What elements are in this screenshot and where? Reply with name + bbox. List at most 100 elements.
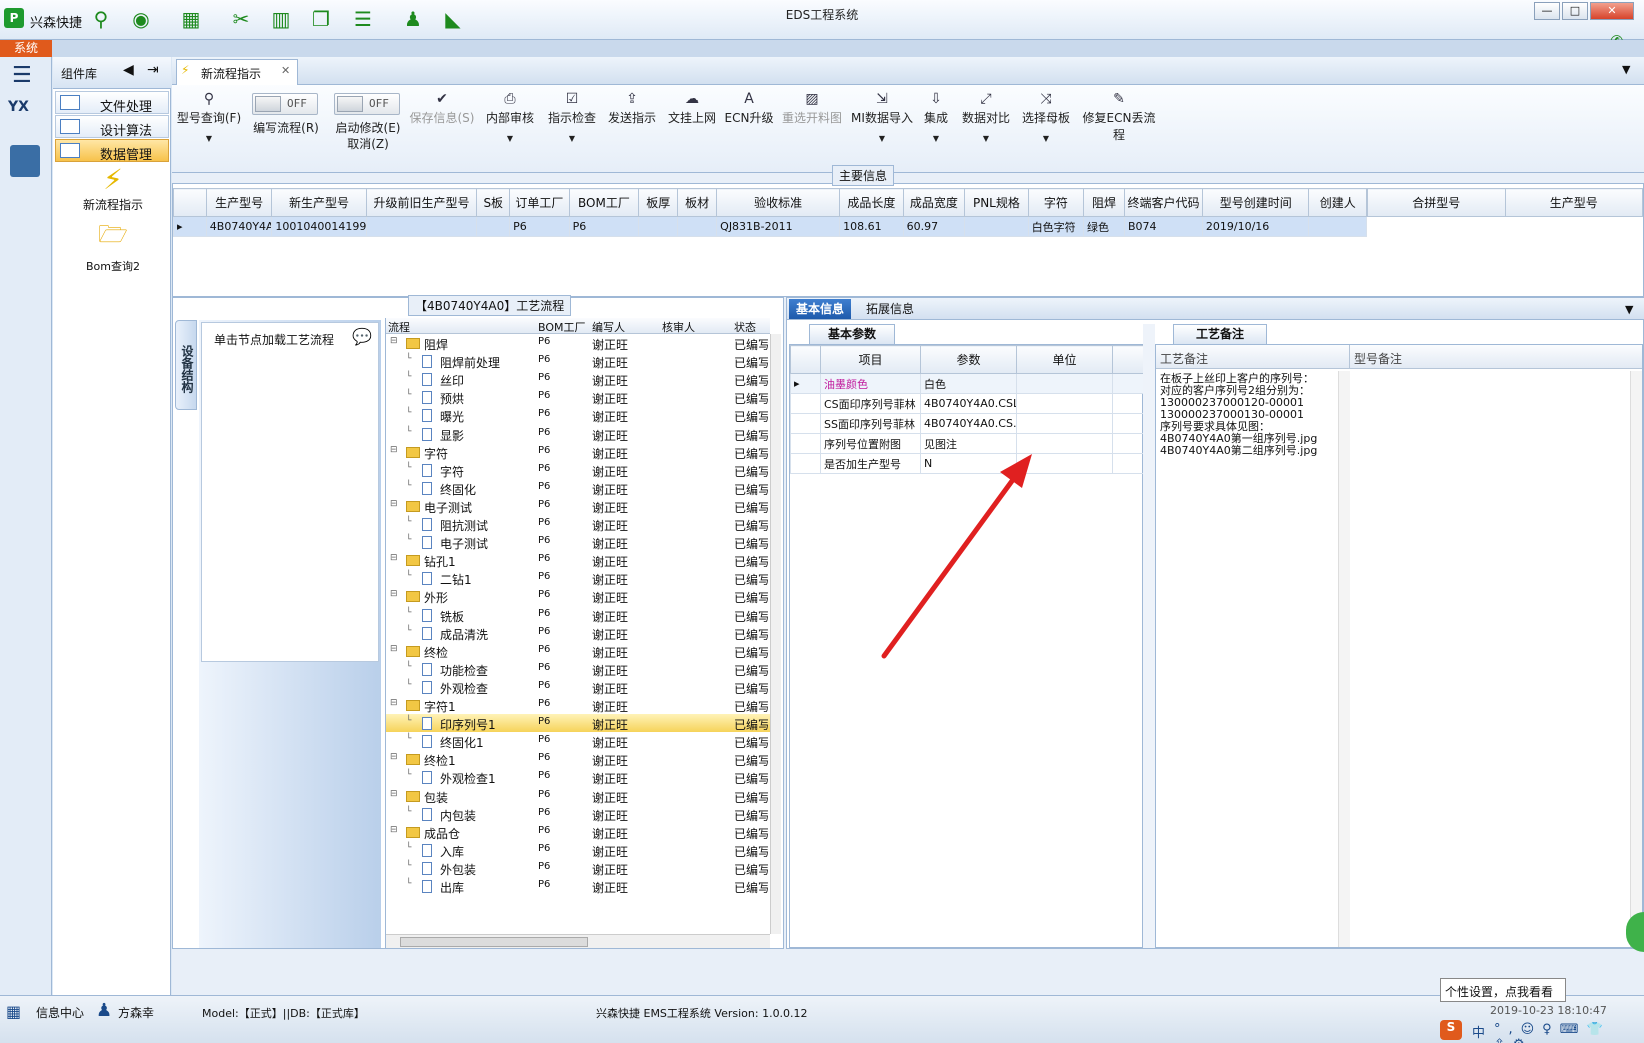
tree-node[interactable]: ⊟ 字符1 P6 谢正旺 已编写 [386, 696, 770, 714]
column-header[interactable]: 流程 [388, 319, 410, 335]
close-tab-icon[interactable]: ✕ [281, 64, 290, 77]
tree-node[interactable]: └ 功能检查 P6 谢正旺 已编写 [386, 660, 770, 678]
param-value[interactable]: 4B0740Y4A0.CSLSH [920, 393, 1017, 414]
table-row[interactable]: 是否加生产型号 N [790, 453, 1145, 474]
doc-upload-button[interactable]: ☁ 文挂上网 [664, 91, 720, 126]
column-header[interactable]: 合拼型号 [1367, 188, 1506, 217]
select-master-button[interactable]: ⤨ 选择母板 ▼ [1018, 91, 1074, 143]
tree-node[interactable]: ⊟ 字符 P6 谢正旺 已编写 [386, 443, 770, 461]
tree-node[interactable]: └ 字符 P6 谢正旺 已编写 [386, 461, 770, 479]
param-value[interactable]: N [920, 453, 1017, 474]
table-row[interactable]: ▸4B0740Y4A010010400141993 P6P6 QJ831B-2011… [173, 216, 1367, 237]
table-cell[interactable]: B074 [1124, 216, 1203, 237]
edit-flow-toggle[interactable]: OFF [252, 93, 318, 115]
fix-ecn-button[interactable]: ✎ 修复ECN丢流程 [1078, 91, 1160, 143]
tree-node[interactable]: ⊟ 外形 P6 谢正旺 已编写 [386, 587, 770, 605]
tree-node[interactable]: └ 外包装 P6 谢正旺 已编写 [386, 859, 770, 877]
notes-scrollbar[interactable] [1338, 371, 1350, 947]
tree-node[interactable]: ⊟ 终检 P6 谢正旺 已编写 [386, 642, 770, 660]
hamburger-icon[interactable]: ☰ [12, 63, 32, 88]
param-unit[interactable] [1016, 393, 1113, 414]
cancel-button[interactable]: 取消(Z) [326, 135, 410, 152]
collapse-icon[interactable]: ⊟ [390, 336, 398, 346]
param-item[interactable]: 是否加生产型号 [820, 453, 921, 474]
tree-node[interactable]: └ 阻抗测试 P6 谢正旺 已编写 [386, 515, 770, 533]
table-cell[interactable] [677, 216, 718, 237]
tree-node[interactable]: ⊟ 阻焊 P6 谢正旺 已编写 [386, 334, 770, 352]
column-header[interactable]: 编写人 [592, 319, 625, 335]
horizontal-scrollbar[interactable] [386, 934, 770, 948]
table-cell[interactable] [365, 216, 478, 237]
nav-item-data[interactable]: 数据管理 [55, 139, 169, 163]
type-query-button[interactable]: ⚲ 型号查询(F) ▼ [174, 91, 244, 143]
tree-node[interactable]: └ 成品清洗 P6 谢正旺 已编写 [386, 624, 770, 642]
column-header[interactable]: 板厚 [638, 188, 679, 217]
reselect-cut-button[interactable]: ▨ 重选开料图 [780, 91, 844, 126]
personalize-tooltip[interactable]: 个性设置，点我看看 [1440, 978, 1566, 1002]
column-header[interactable]: 生产型号 [205, 188, 273, 217]
column-header[interactable]: 型号创建时间 [1201, 188, 1310, 217]
param-unit[interactable] [1016, 413, 1113, 434]
scroll-thumb[interactable] [400, 937, 588, 947]
column-header[interactable]: 板材 [677, 188, 718, 217]
table-cell[interactable]: P6 [509, 216, 570, 237]
param-item[interactable]: 序列号位置附图 [820, 433, 921, 454]
column-header[interactable]: 工艺备注 [1156, 345, 1350, 369]
tree-node[interactable]: └ 外观检查 P6 谢正旺 已编写 [386, 678, 770, 696]
tab-process-notes[interactable]: 工艺备注 [1173, 324, 1267, 344]
tab-basic-params[interactable]: 基本参数 [809, 324, 895, 344]
table-cell[interactable]: QJ831B-2011 [716, 216, 841, 237]
tab-new-flow[interactable]: ⚡ 新流程指示 ✕ [176, 59, 298, 85]
tree-node[interactable]: └ 入库 P6 谢正旺 已编写 [386, 841, 770, 859]
column-header[interactable]: 阻焊 [1083, 188, 1126, 217]
table-row[interactable]: ▸ 油墨颜色 白色 [790, 373, 1145, 394]
column-header[interactable]: 订单工厂 [509, 188, 570, 217]
column-header[interactable]: 参数 [920, 345, 1017, 374]
table-cell[interactable] [964, 216, 1029, 237]
start-modify-toggle[interactable]: OFF [334, 93, 400, 115]
tree-node[interactable]: └ 电子测试 P6 谢正旺 已编写 [386, 533, 770, 551]
table-cell[interactable]: P6 [568, 216, 640, 237]
tree-node[interactable]: └ 内包装 P6 谢正旺 已编写 [386, 805, 770, 823]
column-header[interactable]: 状态 [734, 319, 756, 335]
column-header[interactable]: 成品宽度 [902, 188, 966, 217]
collapse-icon[interactable]: ⊟ [390, 644, 398, 654]
tree-node[interactable]: └ 出库 P6 谢正旺 已编写 [386, 877, 770, 895]
column-header[interactable]: 验收标准 [716, 188, 841, 217]
param-unit[interactable] [1016, 433, 1113, 454]
ime-toolbar-icons[interactable]: °,☺♀⌨👕⇧⚙ [1494, 1022, 1644, 1043]
collapse-icon[interactable]: ⊟ [390, 589, 398, 599]
tree-node[interactable]: └ 终固化 P6 谢正旺 已编写 [386, 479, 770, 497]
sogou-ime-icon[interactable]: S [1440, 1020, 1462, 1040]
collapse-icon[interactable]: ⊟ [390, 752, 398, 762]
table-cell[interactable]: 60.97 [902, 216, 966, 237]
tree-node[interactable]: └ 预烘 P6 谢正旺 已编写 [386, 388, 770, 406]
tree-node[interactable]: └ 铣板 P6 谢正旺 已编写 [386, 606, 770, 624]
table-cell[interactable]: 2019/10/16 [1201, 216, 1310, 237]
calculator-icon[interactable] [10, 145, 40, 177]
column-header[interactable]: 新生产型号 [271, 188, 367, 217]
tab-equipment-structure[interactable]: 设备结构 [175, 320, 197, 410]
column-header[interactable]: 项目 [820, 345, 921, 374]
param-value[interactable]: 见图注 [920, 433, 1017, 454]
tree-node[interactable]: └ 印序列号1 P6 谢正旺 已编写 [386, 714, 770, 733]
table-cell[interactable] [476, 216, 511, 237]
column-header[interactable]: PNL规格 [964, 188, 1029, 217]
mi-import-button[interactable]: ⇲ MI数据导入 ▼ [850, 91, 914, 143]
ime-mode[interactable]: 中 [1472, 1022, 1485, 1041]
info-center-link[interactable]: 信息中心 [36, 1004, 84, 1021]
table-cell[interactable]: 4B0740Y4A0 [205, 216, 273, 237]
param-value[interactable]: 白色 [920, 373, 1017, 394]
tab-extended-info[interactable]: 拓展信息 [859, 299, 921, 319]
check-instruction-button[interactable]: ☑ 指示检查 ▼ [544, 91, 600, 143]
param-value[interactable]: 4B0740Y4A0.CS... [920, 413, 1017, 434]
chevron-down-icon[interactable]: ▼ [1622, 63, 1630, 76]
table-cell[interactable]: 108.61 [839, 216, 904, 237]
save-info-button[interactable]: ✔ 保存信息(S) [408, 91, 476, 126]
column-header[interactable]: BOM工厂 [538, 319, 586, 335]
table-cell[interactable] [1308, 216, 1367, 237]
column-header[interactable]: 字符 [1027, 188, 1085, 217]
table-cell[interactable] [638, 216, 679, 237]
column-header[interactable]: 创建人 [1308, 188, 1367, 217]
tree-node[interactable]: ⊟ 电子测试 P6 谢正旺 已编写 [386, 497, 770, 515]
